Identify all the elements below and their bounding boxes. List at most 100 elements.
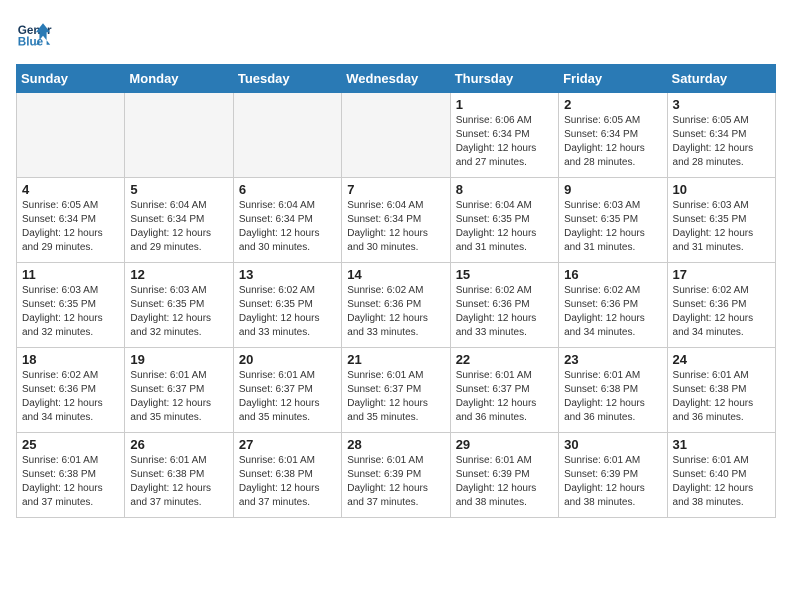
day-info: Sunrise: 6:05 AMSunset: 6:34 PMDaylight:… <box>564 114 661 170</box>
day-of-week-header: Thursday <box>450 65 558 93</box>
day-info: Sunrise: 6:01 AMSunset: 6:40 PMDaylight:… <box>673 454 770 510</box>
day-number: 7 <box>347 182 444 197</box>
calendar-day-cell: 27 Sunrise: 6:01 AMSunset: 6:38 PMDayligh… <box>233 433 341 518</box>
day-info: Sunrise: 6:01 AMSunset: 6:38 PMDaylight:… <box>130 454 227 510</box>
day-number: 16 <box>564 267 661 282</box>
calendar-week-row: 11 Sunrise: 6:03 AMSunset: 6:35 PMDayligh… <box>17 263 776 348</box>
day-info: Sunrise: 6:02 AMSunset: 6:36 PMDaylight:… <box>22 369 119 425</box>
day-number: 18 <box>22 352 119 367</box>
day-number: 15 <box>456 267 553 282</box>
day-number: 10 <box>673 182 770 197</box>
calendar-day-cell <box>125 93 233 178</box>
day-number: 29 <box>456 437 553 452</box>
day-number: 12 <box>130 267 227 282</box>
day-number: 14 <box>347 267 444 282</box>
calendar-day-cell: 1 Sunrise: 6:06 AMSunset: 6:34 PMDaylight… <box>450 93 558 178</box>
calendar-day-cell: 21Sunrise: 6:01 AMSunset: 6:37 PMDayligh… <box>342 348 450 433</box>
calendar-day-cell <box>342 93 450 178</box>
calendar-day-cell: 10 Sunrise: 6:03 AMSunset: 6:35 PMDayligh… <box>667 178 775 263</box>
day-number: 8 <box>456 182 553 197</box>
calendar-day-cell <box>233 93 341 178</box>
day-info: Sunrise: 6:01 AMSunset: 6:38 PMDaylight:… <box>239 454 336 510</box>
calendar-day-cell: 23Sunrise: 6:01 AMSunset: 6:38 PMDayligh… <box>559 348 667 433</box>
calendar-day-cell: 14 Sunrise: 6:02 AMSunset: 6:36 PMDayligh… <box>342 263 450 348</box>
page-header: General Blue <box>16 16 776 52</box>
day-number: 19 <box>130 352 227 367</box>
day-info: Sunrise: 6:01 AMSunset: 6:39 PMDaylight:… <box>564 454 661 510</box>
day-info: Sunrise: 6:05 AMSunset: 6:34 PMDaylight:… <box>673 114 770 170</box>
day-info: Sunrise: 6:02 AMSunset: 6:36 PMDaylight:… <box>673 284 770 340</box>
calendar-week-row: 4 Sunrise: 6:05 AMSunset: 6:34 PMDaylight… <box>17 178 776 263</box>
days-header-row: SundayMondayTuesdayWednesdayThursdayFrid… <box>17 65 776 93</box>
day-of-week-header: Wednesday <box>342 65 450 93</box>
day-info: Sunrise: 6:03 AMSunset: 6:35 PMDaylight:… <box>22 284 119 340</box>
day-info: Sunrise: 6:01 AMSunset: 6:38 PMDaylight:… <box>673 369 770 425</box>
logo-icon: General Blue <box>16 16 52 52</box>
calendar-day-cell: 28Sunrise: 6:01 AMSunset: 6:39 PMDayligh… <box>342 433 450 518</box>
day-info: Sunrise: 6:02 AMSunset: 6:36 PMDaylight:… <box>456 284 553 340</box>
day-info: Sunrise: 6:04 AMSunset: 6:34 PMDaylight:… <box>239 199 336 255</box>
calendar-day-cell: 7 Sunrise: 6:04 AMSunset: 6:34 PMDaylight… <box>342 178 450 263</box>
calendar-day-cell: 30 Sunrise: 6:01 AMSunset: 6:39 PMDayligh… <box>559 433 667 518</box>
calendar-week-row: 18 Sunrise: 6:02 AMSunset: 6:36 PMDayligh… <box>17 348 776 433</box>
day-number: 17 <box>673 267 770 282</box>
calendar-day-cell: 2 Sunrise: 6:05 AMSunset: 6:34 PMDaylight… <box>559 93 667 178</box>
day-number: 24 <box>673 352 770 367</box>
day-info: Sunrise: 6:04 AMSunset: 6:34 PMDaylight:… <box>130 199 227 255</box>
calendar-day-cell: 4 Sunrise: 6:05 AMSunset: 6:34 PMDaylight… <box>17 178 125 263</box>
calendar-week-row: 1 Sunrise: 6:06 AMSunset: 6:34 PMDaylight… <box>17 93 776 178</box>
day-info: Sunrise: 6:01 AMSunset: 6:37 PMDaylight:… <box>456 369 553 425</box>
day-of-week-header: Friday <box>559 65 667 93</box>
day-number: 5 <box>130 182 227 197</box>
day-info: Sunrise: 6:06 AMSunset: 6:34 PMDaylight:… <box>456 114 553 170</box>
day-info: Sunrise: 6:01 AMSunset: 6:39 PMDaylight:… <box>456 454 553 510</box>
day-info: Sunrise: 6:03 AMSunset: 6:35 PMDaylight:… <box>673 199 770 255</box>
day-info: Sunrise: 6:02 AMSunset: 6:35 PMDaylight:… <box>239 284 336 340</box>
day-number: 11 <box>22 267 119 282</box>
day-number: 25 <box>22 437 119 452</box>
calendar-day-cell: 17 Sunrise: 6:02 AMSunset: 6:36 PMDayligh… <box>667 263 775 348</box>
day-number: 1 <box>456 97 553 112</box>
calendar-day-cell: 6 Sunrise: 6:04 AMSunset: 6:34 PMDaylight… <box>233 178 341 263</box>
day-info: Sunrise: 6:01 AMSunset: 6:38 PMDaylight:… <box>22 454 119 510</box>
day-info: Sunrise: 6:03 AMSunset: 6:35 PMDaylight:… <box>564 199 661 255</box>
calendar-day-cell: 3Sunrise: 6:05 AMSunset: 6:34 PMDaylight… <box>667 93 775 178</box>
day-number: 22 <box>456 352 553 367</box>
day-number: 4 <box>22 182 119 197</box>
day-number: 20 <box>239 352 336 367</box>
day-of-week-header: Monday <box>125 65 233 93</box>
logo: General Blue <box>16 16 52 52</box>
day-number: 2 <box>564 97 661 112</box>
calendar-day-cell: 22 Sunrise: 6:01 AMSunset: 6:37 PMDayligh… <box>450 348 558 433</box>
day-info: Sunrise: 6:01 AMSunset: 6:37 PMDaylight:… <box>130 369 227 425</box>
calendar-day-cell: 8 Sunrise: 6:04 AMSunset: 6:35 PMDaylight… <box>450 178 558 263</box>
calendar-day-cell: 5 Sunrise: 6:04 AMSunset: 6:34 PMDaylight… <box>125 178 233 263</box>
calendar-day-cell: 12 Sunrise: 6:03 AMSunset: 6:35 PMDayligh… <box>125 263 233 348</box>
day-info: Sunrise: 6:03 AMSunset: 6:35 PMDaylight:… <box>130 284 227 340</box>
calendar-day-cell: 11 Sunrise: 6:03 AMSunset: 6:35 PMDayligh… <box>17 263 125 348</box>
calendar-day-cell: 26 Sunrise: 6:01 AMSunset: 6:38 PMDayligh… <box>125 433 233 518</box>
calendar-day-cell: 13 Sunrise: 6:02 AMSunset: 6:35 PMDayligh… <box>233 263 341 348</box>
day-info: Sunrise: 6:02 AMSunset: 6:36 PMDaylight:… <box>347 284 444 340</box>
day-number: 27 <box>239 437 336 452</box>
day-number: 13 <box>239 267 336 282</box>
day-number: 28 <box>347 437 444 452</box>
day-number: 31 <box>673 437 770 452</box>
calendar-week-row: 25 Sunrise: 6:01 AMSunset: 6:38 PMDayligh… <box>17 433 776 518</box>
calendar-day-cell: 25 Sunrise: 6:01 AMSunset: 6:38 PMDayligh… <box>17 433 125 518</box>
calendar-day-cell <box>17 93 125 178</box>
day-info: Sunrise: 6:05 AMSunset: 6:34 PMDaylight:… <box>22 199 119 255</box>
day-info: Sunrise: 6:04 AMSunset: 6:35 PMDaylight:… <box>456 199 553 255</box>
calendar-day-cell: 18 Sunrise: 6:02 AMSunset: 6:36 PMDayligh… <box>17 348 125 433</box>
calendar-day-cell: 9Sunrise: 6:03 AMSunset: 6:35 PMDaylight… <box>559 178 667 263</box>
day-info: Sunrise: 6:04 AMSunset: 6:34 PMDaylight:… <box>347 199 444 255</box>
day-number: 6 <box>239 182 336 197</box>
day-number: 26 <box>130 437 227 452</box>
calendar-day-cell: 24 Sunrise: 6:01 AMSunset: 6:38 PMDayligh… <box>667 348 775 433</box>
calendar-day-cell: 20 Sunrise: 6:01 AMSunset: 6:37 PMDayligh… <box>233 348 341 433</box>
day-number: 23 <box>564 352 661 367</box>
calendar-table: SundayMondayTuesdayWednesdayThursdayFrid… <box>16 64 776 518</box>
calendar-day-cell: 15 Sunrise: 6:02 AMSunset: 6:36 PMDayligh… <box>450 263 558 348</box>
day-number: 30 <box>564 437 661 452</box>
day-info: Sunrise: 6:01 AMSunset: 6:37 PMDaylight:… <box>239 369 336 425</box>
